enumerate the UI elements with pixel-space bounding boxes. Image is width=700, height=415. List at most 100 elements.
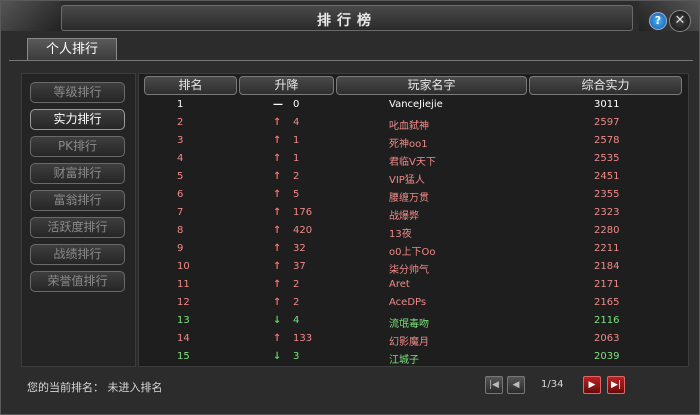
table-row[interactable]: 13 ↓ 4 流氓毒吻 2116 [139,312,688,330]
first-page-button[interactable]: |◀ [485,376,503,394]
rank-cell: 5 [177,171,184,182]
help-icon[interactable]: ? [649,12,667,30]
change-arrow-icon: ↑ [273,279,282,290]
rank-cell: 2 [177,117,184,128]
change-arrow-icon: ↑ [273,225,282,236]
table-row[interactable]: 2 ↑ 4 叱血弑神 2597 [139,114,688,132]
rank-cell: 10 [177,261,190,272]
change-cell: 2 [293,297,300,308]
player-name-cell: 江城子 [389,355,419,366]
sidebar-item-activity[interactable]: 活跃度排行 [30,217,125,238]
header-power[interactable]: 综合实力 [529,76,682,95]
table-row[interactable]: 1 — 0 VanceJiejie 3011 [139,96,688,114]
change-cell: 2 [293,279,300,290]
table-row[interactable]: 14 ↑ 133 幻影魔月 2063 [139,330,688,348]
next-page-button[interactable]: ▶ [583,376,601,394]
power-cell: 2063 [594,333,620,344]
power-cell: 2535 [594,153,620,164]
header-player-name[interactable]: 玩家名字 [336,76,527,95]
sidebar-item-rich[interactable]: 富翁排行 [30,190,125,211]
change-arrow-icon: ↑ [273,243,282,254]
change-arrow-icon: ↓ [273,315,282,326]
table-row[interactable]: 15 ↓ 3 江城子 2039 [139,348,688,366]
change-cell: 176 [293,207,313,218]
player-name-cell: 柒分帅气 [389,265,429,276]
power-cell: 2211 [594,243,620,254]
change-cell: 133 [293,333,313,344]
change-cell: 32 [293,243,306,254]
change-arrow-icon: ↑ [273,189,282,200]
player-name-cell: 战爆弊 [389,211,419,222]
player-name-cell: AceDPs [389,297,427,308]
sidebar-item-battle-record[interactable]: 战绩排行 [30,244,125,265]
ranking-table: 排名 升降 玩家名字 综合实力 1 — 0 VanceJiejie 3011 2 ↑ 4 叱血弑… [138,73,689,367]
rank-cell: 11 [177,279,190,290]
rank-cell: 3 [177,135,184,146]
table-row[interactable]: 4 ↑ 1 君临V天下 2535 [139,150,688,168]
table-row[interactable]: 10 ↑ 37 柒分帅气 2184 [139,258,688,276]
table-row[interactable]: 7 ↑ 176 战爆弊 2323 [139,204,688,222]
change-cell: 4 [293,117,300,128]
close-icon[interactable]: ✕ [669,10,691,32]
table-row[interactable]: 12 ↑ 2 AceDPs 2165 [139,294,688,312]
rank-cell: 13 [177,315,190,326]
power-cell: 2184 [594,261,620,272]
title-bar: 排行榜 [61,5,633,31]
tab-divider [9,60,693,61]
header-rank[interactable]: 排名 [144,76,237,95]
power-cell: 2323 [594,207,620,218]
power-cell: 2451 [594,171,620,182]
player-name-cell: VanceJiejie [389,99,443,110]
sidebar-item-level[interactable]: 等级排行 [30,82,125,103]
window-title: 排行榜 [317,13,377,29]
status-bar: 您的当前排名： 未进入排名 |◀ ◀ 1/34 ▶ ▶| [11,370,691,400]
player-name-cell: 君临V天下 [389,157,436,168]
rank-cell: 1 [177,99,184,110]
table-row[interactable]: 8 ↑ 420 13夜 2280 [139,222,688,240]
change-arrow-icon: ↑ [273,207,282,218]
last-page-button[interactable]: ▶| [607,376,625,394]
player-name-cell: 腰缠万贯 [389,193,429,204]
current-rank-label: 您的当前排名： 未进入排名 [27,381,163,394]
table-row[interactable]: 5 ↑ 2 VIP猛人 2451 [139,168,688,186]
sidebar-item-wealth[interactable]: 财富排行 [30,163,125,184]
player-name-cell: 幻影魔月 [389,337,429,348]
sidebar-item-honor[interactable]: 荣誉值排行 [30,271,125,292]
change-arrow-icon: ↑ [273,117,282,128]
tab-personal-ranking[interactable]: 个人排行 [27,38,117,61]
table-row[interactable]: 6 ↑ 5 腰缠万贯 2355 [139,186,688,204]
rank-cell: 4 [177,153,184,164]
sidebar-item-pk[interactable]: PK排行 [30,136,125,157]
rank-cell: 14 [177,333,190,344]
change-arrow-icon: ↑ [273,297,282,308]
table-row[interactable]: 3 ↑ 1 死神oo1 2578 [139,132,688,150]
sidebar-item-power[interactable]: 实力排行 [30,109,125,130]
player-name-cell: Aret [389,279,410,290]
power-cell: 2578 [594,135,620,146]
power-cell: 2171 [594,279,620,290]
change-arrow-icon: ↑ [273,333,282,344]
player-name-cell: 死神oo1 [389,139,428,150]
power-cell: 2039 [594,351,620,362]
power-cell: 3011 [594,99,620,110]
ranking-window: 排行榜 ? ✕ 个人排行 等级排行 实力排行 PK排行 财富排行 富翁排行 活跃… [0,0,700,415]
power-cell: 2165 [594,297,620,308]
player-name-cell: 13夜 [389,229,412,240]
header-change[interactable]: 升降 [239,76,334,95]
change-cell: 37 [293,261,306,272]
change-cell: 5 [293,189,300,200]
table-row[interactable]: 9 ↑ 32 o0上下Oo 2211 [139,240,688,258]
rank-cell: 6 [177,189,184,200]
rank-cell: 15 [177,351,190,362]
change-cell: 1 [293,153,300,164]
change-arrow-icon: — [273,99,283,110]
player-name-cell: 流氓毒吻 [389,319,429,330]
change-cell: 3 [293,351,300,362]
change-cell: 4 [293,315,300,326]
page-indicator: 1/34 [541,379,564,390]
prev-page-button[interactable]: ◀ [507,376,525,394]
power-cell: 2355 [594,189,620,200]
table-row[interactable]: 11 ↑ 2 Aret 2171 [139,276,688,294]
change-arrow-icon: ↑ [273,171,282,182]
player-name-cell: 叱血弑神 [389,121,429,132]
